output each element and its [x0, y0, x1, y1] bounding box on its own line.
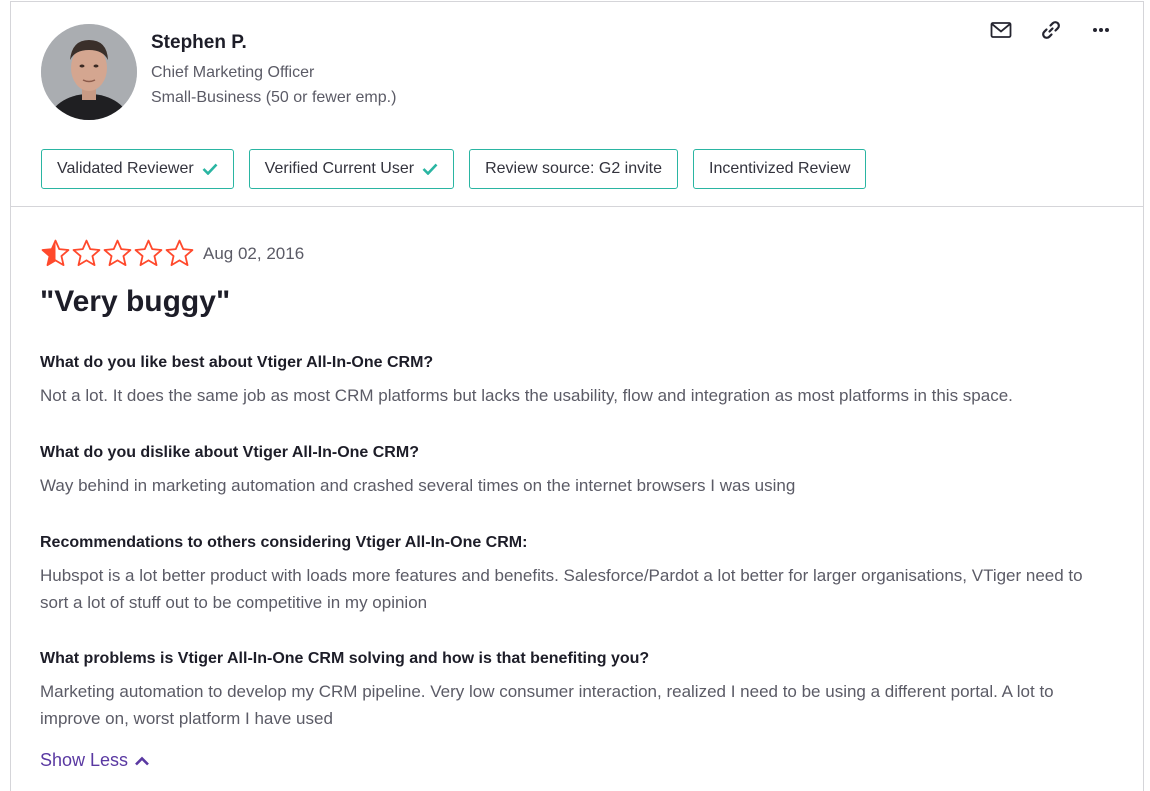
badge-review-source[interactable]: Review source: G2 invite: [469, 149, 679, 189]
link-icon[interactable]: [1039, 18, 1063, 42]
badge-label: Review source: G2 invite: [485, 160, 663, 177]
answer: Not a lot. It does the same job as most …: [40, 386, 1013, 405]
answer: Hubspot is a lot better product with loa…: [40, 566, 1083, 612]
chevron-up-icon: [134, 756, 150, 766]
review-title: "Very buggy": [40, 285, 231, 318]
answer: Way behind in marketing automation and c…: [40, 476, 796, 495]
question: What do you dislike about Vtiger All-In-…: [40, 444, 419, 461]
qa-block-problems: What problems is Vtiger All-In-One CRM s…: [40, 650, 1110, 732]
star-icon: [102, 238, 133, 269]
qa-block-likes: What do you like best about Vtiger All-I…: [40, 354, 1110, 409]
badge-validated-reviewer[interactable]: Validated Reviewer: [41, 149, 234, 189]
star-icon: [164, 238, 195, 269]
qa-block-recommendations: Recommendations to others considering Vt…: [40, 534, 1110, 616]
show-less-label: Show Less: [40, 750, 129, 770]
review-date: Aug 02, 2016: [203, 243, 305, 263]
badge-label: Verified Current User: [264, 160, 415, 177]
star-icon: [40, 238, 71, 269]
badge-incentivized-review[interactable]: Incentivized Review: [693, 149, 867, 189]
more-icon[interactable]: [1089, 18, 1113, 42]
avatar[interactable]: [41, 24, 137, 120]
reviewer-badges: Validated Reviewer Verified Current User…: [41, 149, 867, 189]
question: Recommendations to others considering Vt…: [40, 534, 528, 551]
reviewer-company-size: Small-Business (50 or fewer emp.): [151, 89, 397, 106]
badge-label: Validated Reviewer: [57, 160, 194, 177]
star-icon: [71, 238, 102, 269]
check-icon: [202, 163, 218, 175]
show-less-button[interactable]: Show Less: [40, 750, 150, 771]
answer: Marketing automation to develop my CRM p…: [40, 682, 1054, 728]
star-rating: Aug 02, 2016: [40, 238, 304, 269]
reviewer-name[interactable]: Stephen P.: [151, 32, 247, 54]
review-card: Stephen P. Chief Marketing Officer Small…: [10, 1, 1144, 791]
review-actions: [989, 18, 1113, 42]
badge-label: Incentivized Review: [709, 160, 851, 177]
mail-icon[interactable]: [989, 18, 1013, 42]
check-icon: [422, 163, 438, 175]
reviewer-role: Chief Marketing Officer: [151, 64, 315, 81]
qa-block-dislikes: What do you dislike about Vtiger All-In-…: [40, 444, 1110, 499]
question: What do you like best about Vtiger All-I…: [40, 354, 434, 371]
divider: [11, 206, 1143, 207]
badge-verified-current-user[interactable]: Verified Current User: [248, 149, 455, 189]
question: What problems is Vtiger All-In-One CRM s…: [40, 650, 650, 667]
star-icon: [133, 238, 164, 269]
